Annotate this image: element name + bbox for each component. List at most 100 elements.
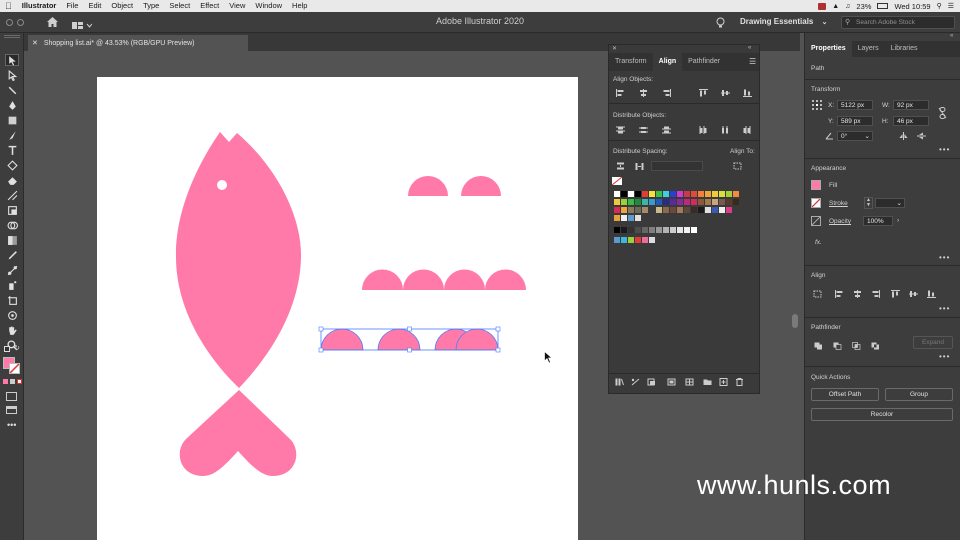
battery-icon[interactable] [877, 3, 889, 9]
new-swatch-icon[interactable] [719, 378, 728, 386]
selection-handle[interactable] [407, 347, 412, 353]
x-position-field[interactable]: 5122 px [837, 100, 873, 110]
width-tool-icon[interactable] [5, 204, 19, 216]
none-mode-icon[interactable] [17, 379, 22, 384]
grayscale-swatch[interactable] [684, 227, 690, 233]
align-horizontal-center-icon[interactable] [853, 290, 862, 298]
panel-menu-icon[interactable]: ☰ [749, 57, 756, 66]
workspace-switcher[interactable]: Drawing Essentials ⌄ [740, 17, 827, 26]
color-swatch[interactable] [628, 237, 634, 243]
color-swatch[interactable] [705, 207, 711, 213]
pathfinder-minus-front-icon[interactable] [833, 342, 842, 350]
stroke-weight-stepper[interactable]: ▲ ▼ [864, 197, 873, 209]
document-tab[interactable]: ✕ Shopping list.ai* @ 43.53% (RGB/GPU Pr… [28, 35, 248, 51]
tab-properties[interactable]: Properties [805, 41, 852, 57]
more-align-options-icon[interactable]: ••• [939, 304, 950, 313]
blend-tool-icon[interactable] [5, 264, 19, 276]
eraser-tool-icon[interactable] [5, 174, 19, 186]
color-swatch[interactable] [712, 191, 718, 197]
opacity-field[interactable]: 100% [863, 216, 893, 226]
swap-colors-icon[interactable]: ↻ [14, 344, 20, 352]
eyedropper-tool-icon[interactable] [5, 249, 19, 261]
flip-horizontal-icon[interactable] [899, 132, 908, 140]
gradient-tool-icon[interactable] [5, 234, 19, 246]
menu-select[interactable]: Select [164, 0, 195, 12]
color-swatch[interactable] [635, 207, 641, 213]
color-swatch[interactable] [635, 191, 641, 197]
selection-handle[interactable] [407, 326, 412, 332]
color-swatch[interactable] [614, 199, 620, 205]
gradient-mode-icon[interactable] [10, 379, 15, 384]
color-swatch[interactable] [614, 215, 620, 221]
color-swatch[interactable] [719, 199, 725, 205]
selected-semicircle-shape[interactable] [377, 328, 421, 351]
color-swatch[interactable] [649, 191, 655, 197]
color-swatch[interactable] [691, 207, 697, 213]
pathfinder-exclude-icon[interactable] [871, 342, 880, 350]
lightbulb-icon[interactable] [716, 16, 725, 34]
swatch-grid-view-icon[interactable] [685, 378, 694, 386]
flip-vertical-icon[interactable] [917, 132, 926, 140]
fish-eye-shape[interactable] [217, 180, 227, 190]
distribute-top-icon[interactable] [616, 126, 625, 134]
selection-handle[interactable] [318, 347, 324, 353]
color-swatch[interactable] [649, 237, 655, 243]
grayscale-swatch[interactable] [691, 227, 697, 233]
rectangle-tool-icon[interactable] [5, 114, 19, 126]
rotate-tool-icon[interactable] [5, 159, 19, 171]
more-appearance-options-icon[interactable]: ••• [939, 253, 950, 262]
group-button[interactable]: Group [885, 388, 953, 401]
paintbrush-tool-icon[interactable] [5, 129, 19, 141]
color-swatch[interactable] [698, 191, 704, 197]
width-field[interactable]: 92 px [893, 100, 929, 110]
fish-tail-shape[interactable] [179, 390, 297, 476]
color-swatch[interactable] [649, 199, 655, 205]
color-swatch[interactable] [642, 199, 648, 205]
collapse-panel-icon[interactable]: « [748, 45, 751, 51]
color-swatch[interactable] [705, 199, 711, 205]
stroke-color-swatch[interactable] [9, 363, 20, 374]
align-top-icon[interactable] [891, 290, 900, 298]
color-swatch[interactable] [663, 199, 669, 205]
color-swatch[interactable] [684, 191, 690, 197]
align-bottom-icon[interactable] [927, 290, 936, 298]
artboard-tool-icon[interactable] [5, 294, 19, 306]
grayscale-swatch[interactable] [621, 227, 627, 233]
direct-selection-tool-icon[interactable] [5, 69, 19, 81]
color-swatch[interactable] [628, 215, 634, 221]
color-swatch[interactable] [614, 207, 620, 213]
pathfinder-intersect-icon[interactable] [852, 342, 861, 350]
semicircle-shape[interactable] [485, 269, 526, 291]
screen-mode-icon[interactable] [6, 406, 17, 414]
align-vertical-center-icon[interactable] [909, 290, 918, 298]
selection-handle[interactable] [495, 326, 501, 332]
stroke-weight-field[interactable]: ⌄ [875, 198, 905, 208]
new-folder-icon[interactable] [703, 378, 712, 386]
fish-body-shape[interactable] [175, 132, 302, 388]
color-swatch[interactable] [656, 191, 662, 197]
tab-align[interactable]: Align [652, 53, 683, 71]
status-app-icon[interactable] [818, 2, 827, 10]
grayscale-swatch[interactable] [663, 227, 669, 233]
distribute-left-icon[interactable] [699, 126, 708, 134]
color-swatch[interactable] [733, 191, 739, 197]
align-bottom-icon[interactable] [743, 89, 752, 97]
color-swatch[interactable] [670, 199, 676, 205]
color-swatch[interactable] [684, 207, 690, 213]
color-swatch[interactable] [642, 207, 648, 213]
distribute-horizontal-center-icon[interactable] [721, 126, 730, 134]
stroke-link[interactable]: Stroke [829, 200, 848, 207]
grayscale-swatch[interactable] [670, 227, 676, 233]
chevron-right-icon[interactable]: › [897, 217, 899, 224]
align-left-icon[interactable] [835, 290, 844, 298]
distribute-vertical-space-icon[interactable] [616, 162, 625, 170]
symbol-sprayer-tool-icon[interactable] [5, 279, 19, 291]
trash-icon[interactable] [735, 378, 744, 386]
type-tool-icon[interactable] [5, 144, 19, 156]
height-field[interactable]: 46 px [893, 116, 929, 126]
fx-button[interactable]: fx. [815, 239, 822, 246]
color-swatch[interactable] [621, 215, 627, 221]
stroke-color-swatch[interactable] [811, 198, 821, 208]
color-swatch[interactable] [663, 207, 669, 213]
align-right-icon[interactable] [871, 290, 880, 298]
